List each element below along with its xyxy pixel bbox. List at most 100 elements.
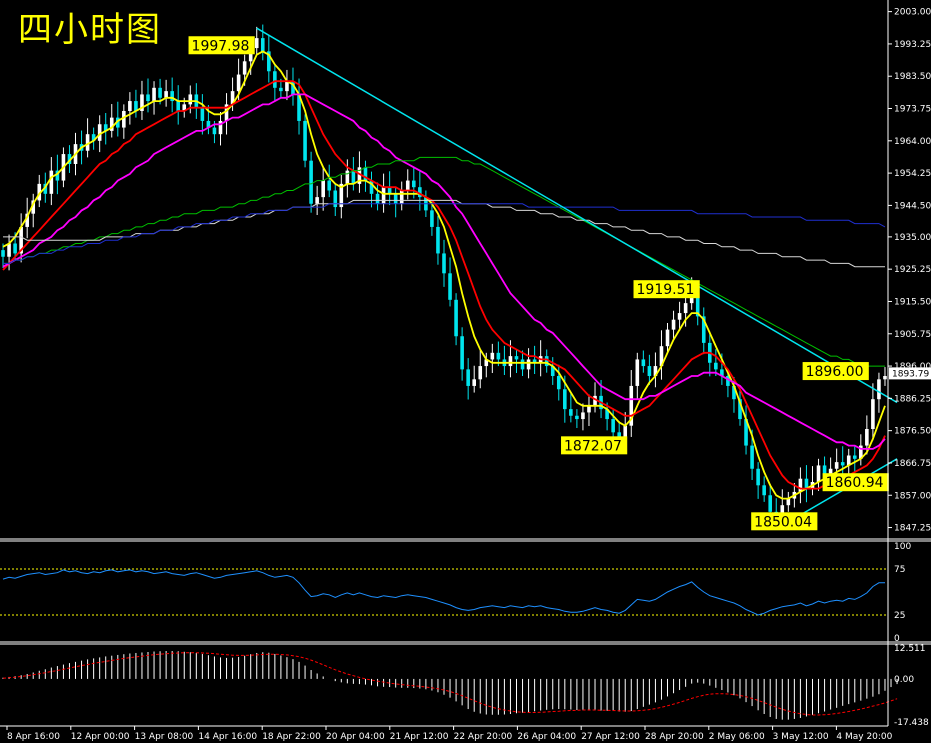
macd-tick-label: -17.438 — [894, 718, 929, 728]
price-annotation-label: 1872.07 — [564, 438, 622, 454]
time-tick-label: 22 Apr 20:00 — [454, 732, 513, 742]
candle-body — [714, 362, 718, 370]
candle-body — [170, 91, 174, 102]
candle-body — [768, 495, 773, 512]
candle-body — [750, 445, 754, 469]
candle-body — [865, 429, 869, 446]
candle-body — [877, 379, 881, 400]
price-tick-label: 1944.50 — [894, 201, 931, 211]
rsi-tick-label: 75 — [894, 565, 905, 575]
candle-body — [526, 359, 531, 370]
time-tick-label: 26 Apr 04:00 — [517, 732, 576, 742]
chart-title: 四小时图 — [18, 10, 162, 50]
candle-body — [7, 243, 11, 257]
price-tick-label: 2003.00 — [894, 8, 931, 18]
time-tick-label: 4 May 20:00 — [836, 732, 892, 742]
time-tick-label: 28 Apr 20:00 — [645, 732, 704, 742]
time-tick-label: 13 Apr 08:00 — [135, 732, 194, 742]
candle-body — [303, 120, 307, 161]
candle-body — [13, 243, 17, 254]
candle-body — [683, 303, 688, 314]
candle-body — [279, 87, 283, 92]
price-annotation-label: 1850.04 — [754, 514, 812, 530]
candle-body — [375, 193, 380, 204]
candle-body — [260, 38, 265, 52]
candle-body — [309, 160, 313, 204]
time-tick-label: 20 Apr 04:00 — [326, 732, 385, 742]
candle-body — [641, 359, 646, 367]
candle-body — [840, 462, 845, 466]
candle-body — [563, 389, 567, 410]
candle-body — [466, 369, 470, 386]
time-tick-label: 21 Apr 12:00 — [390, 732, 449, 742]
candle-body — [581, 412, 585, 420]
candle-body — [478, 366, 483, 380]
price-annotation-label: 1896.00 — [806, 364, 864, 380]
candle-body — [315, 197, 319, 204]
candle-body — [587, 405, 591, 413]
rsi-tick-label: 25 — [894, 611, 905, 621]
candle-body — [49, 170, 54, 194]
candle-body — [430, 210, 434, 227]
candle-body — [883, 376, 887, 380]
candle-body — [756, 468, 760, 486]
candle-body — [188, 94, 193, 105]
candle-body — [786, 498, 791, 506]
candle-body — [490, 352, 495, 360]
candle-body — [381, 187, 386, 204]
rsi-tick-label: 100 — [894, 542, 911, 552]
candle-body — [798, 478, 803, 492]
candle-body — [236, 74, 241, 92]
candle-body — [762, 485, 766, 496]
price-annotation-label: 1997.98 — [192, 38, 250, 54]
candle-body — [834, 462, 839, 469]
candle-body — [387, 187, 392, 194]
candle-body — [520, 359, 525, 370]
candle-body — [351, 170, 356, 184]
candle-body — [871, 399, 875, 429]
candle-body — [405, 180, 410, 191]
candle-body — [411, 180, 416, 188]
price-tick-label: 1847.25 — [894, 524, 931, 534]
candle-body — [128, 101, 132, 111]
price-annotation-label: 1919.51 — [637, 282, 695, 298]
candle-body — [647, 366, 652, 376]
candle-body — [242, 61, 247, 75]
time-tick-label: 12 Apr 00:00 — [71, 732, 130, 742]
chart-canvas: 1997.98 1919.51 1872.07 1850.04 1860.94 1896.… — [0, 0, 931, 743]
time-tick-label: 2 May 06:00 — [709, 732, 765, 742]
candle-body — [472, 379, 477, 386]
price-tick-label: 1925.25 — [894, 265, 931, 275]
candle-body — [575, 415, 579, 420]
candle-body — [200, 107, 205, 121]
candle-body — [158, 87, 162, 98]
time-tick-label: 8 Apr 16:00 — [7, 732, 60, 742]
candle-body — [665, 329, 670, 347]
price-tick-label: 1954.25 — [894, 169, 931, 179]
candle-body — [333, 190, 338, 208]
candle-body — [611, 419, 615, 433]
candle-body — [556, 376, 561, 390]
time-tick-label: 27 Apr 12:00 — [581, 732, 640, 742]
candle-body — [399, 190, 404, 204]
candle-body — [460, 336, 464, 370]
candle-body — [671, 319, 676, 330]
candle-body — [508, 356, 513, 367]
time-tick-label: 14 Apr 16:00 — [198, 732, 257, 742]
macd-tick-label: 0.00 — [894, 675, 914, 685]
candle-body — [569, 409, 573, 416]
candle-body — [345, 170, 350, 184]
candle-body — [273, 71, 277, 88]
candle-body — [164, 91, 168, 98]
candle-body — [212, 127, 217, 135]
candle-body — [152, 87, 156, 102]
candle-body — [176, 101, 181, 111]
price-annotation-label: 1860.94 — [826, 475, 884, 491]
candle-body — [442, 253, 446, 274]
price-tick-label: 1886.25 — [894, 394, 931, 404]
price-tick-label: 1964.00 — [894, 137, 931, 147]
candle-body — [514, 356, 519, 360]
candle-body — [327, 180, 332, 191]
price-tick-label: 1866.75 — [894, 459, 931, 469]
time-tick-label: 3 May 12:00 — [773, 732, 829, 742]
